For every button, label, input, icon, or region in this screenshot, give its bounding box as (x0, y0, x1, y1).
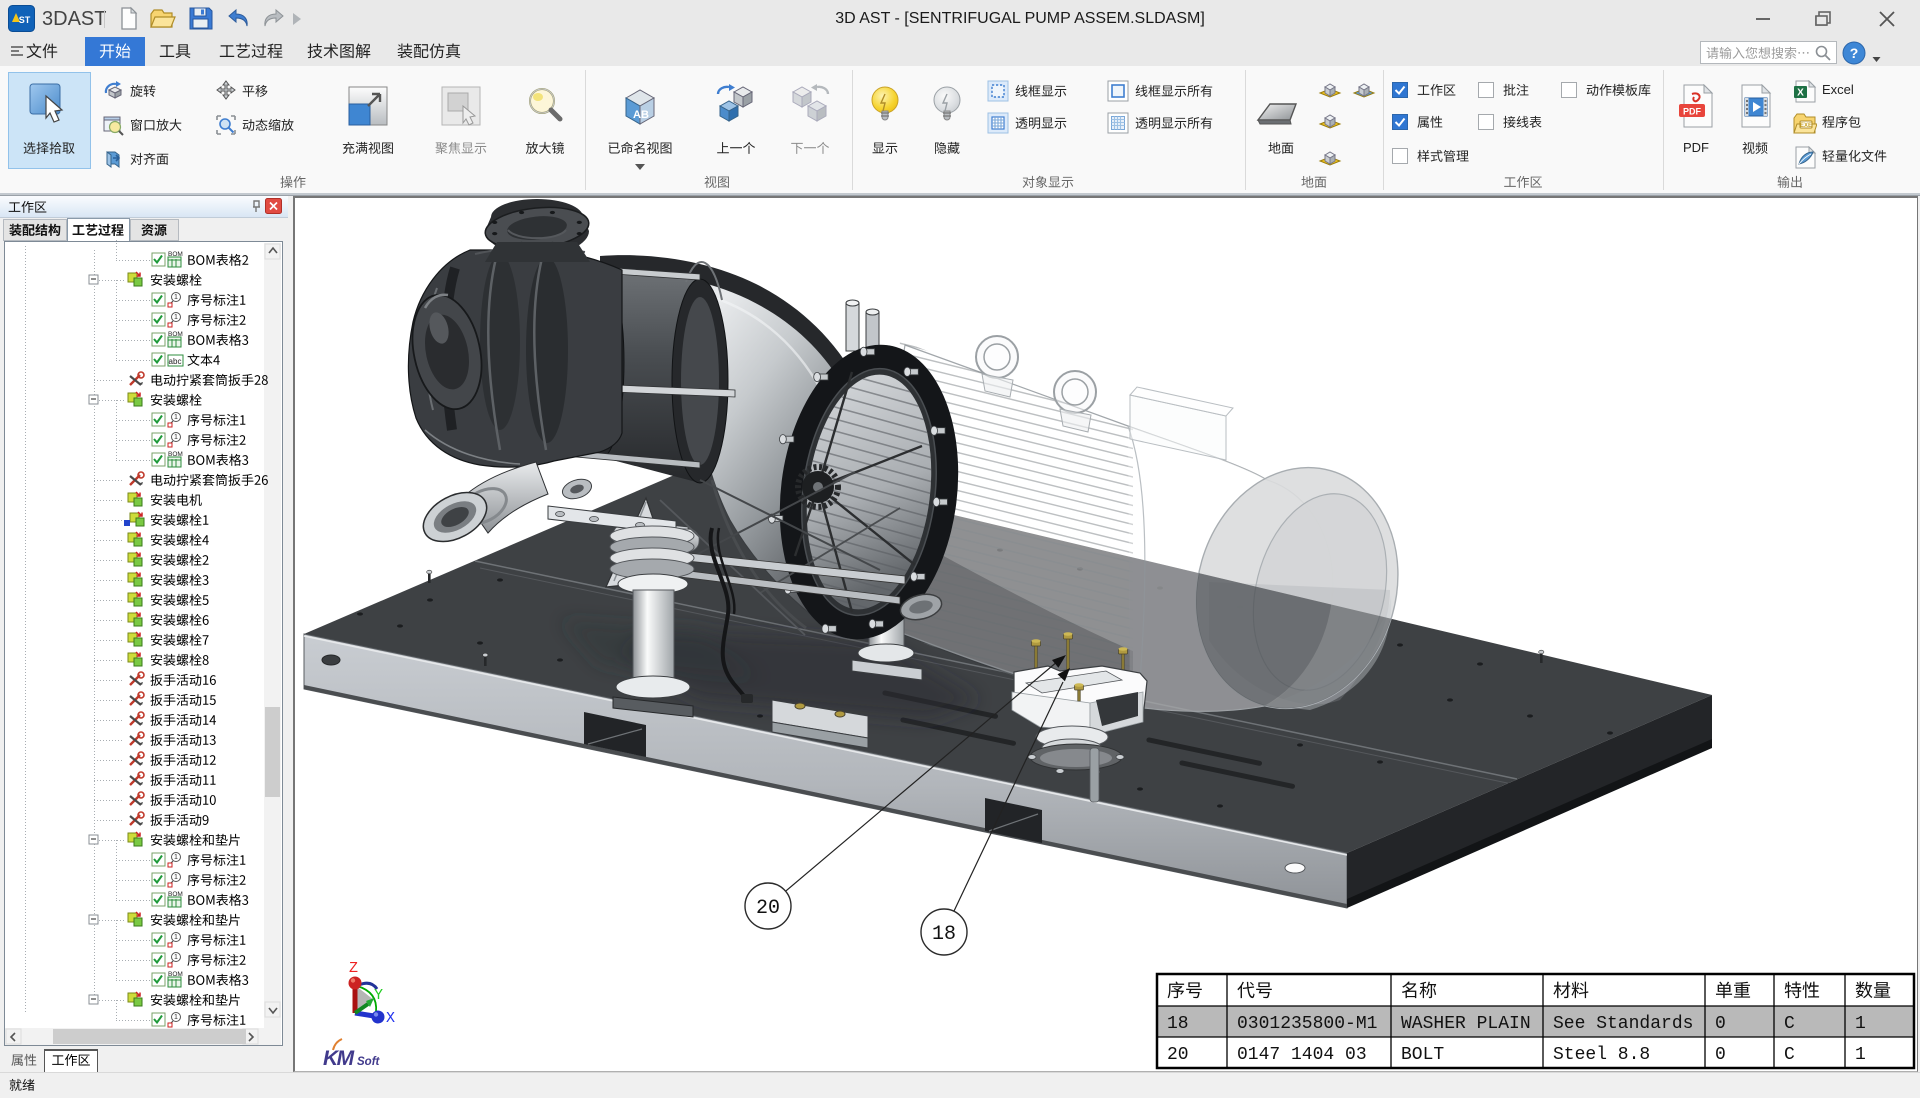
svg-text:Steel 8.8: Steel 8.8 (1553, 1045, 1650, 1065)
svg-text:1: 1 (174, 294, 178, 301)
svg-text:See Standards: See Standards (1553, 1014, 1693, 1034)
svg-text:Soft: Soft (357, 1056, 381, 1068)
svg-text:0: 0 (1715, 1045, 1726, 1065)
svg-text:20: 20 (756, 897, 780, 920)
svg-text:1: 1 (174, 934, 178, 941)
svg-text:EXE: EXE (1800, 123, 1812, 129)
svg-text:abc: abc (169, 357, 182, 366)
svg-text:X: X (1797, 88, 1804, 99)
svg-text:PDF: PDF (1683, 107, 1702, 117)
svg-text:0147 1404 03: 0147 1404 03 (1237, 1045, 1367, 1065)
svg-text:1: 1 (174, 1014, 178, 1021)
svg-text:KM: KM (323, 1047, 355, 1070)
svg-text:20: 20 (1167, 1045, 1189, 1065)
svg-text:1: 1 (174, 434, 178, 441)
svg-text:1: 1 (174, 874, 178, 881)
svg-text:WASHER PLAIN: WASHER PLAIN (1401, 1014, 1531, 1034)
svg-text:0: 0 (1715, 1014, 1726, 1034)
svg-text:Z: Z (349, 960, 358, 977)
svg-text:18: 18 (932, 923, 956, 946)
svg-text:1: 1 (1855, 1045, 1866, 1065)
svg-text:?: ? (1850, 45, 1859, 61)
svg-text:Y: Y (374, 987, 383, 1004)
svg-text:1: 1 (174, 854, 178, 861)
svg-text:X: X (386, 1010, 395, 1027)
svg-text:1: 1 (174, 954, 178, 961)
svg-text:1: 1 (174, 314, 178, 321)
svg-text:AB: AB (633, 109, 649, 121)
svg-text:1: 1 (1855, 1014, 1866, 1034)
svg-text:C: C (1784, 1045, 1795, 1065)
svg-text:BOLT: BOLT (1401, 1045, 1444, 1065)
svg-text:18: 18 (1167, 1014, 1189, 1034)
svg-text:1: 1 (174, 414, 178, 421)
svg-text:C: C (1784, 1014, 1795, 1034)
svg-text:0301235800-M1: 0301235800-M1 (1237, 1014, 1377, 1034)
